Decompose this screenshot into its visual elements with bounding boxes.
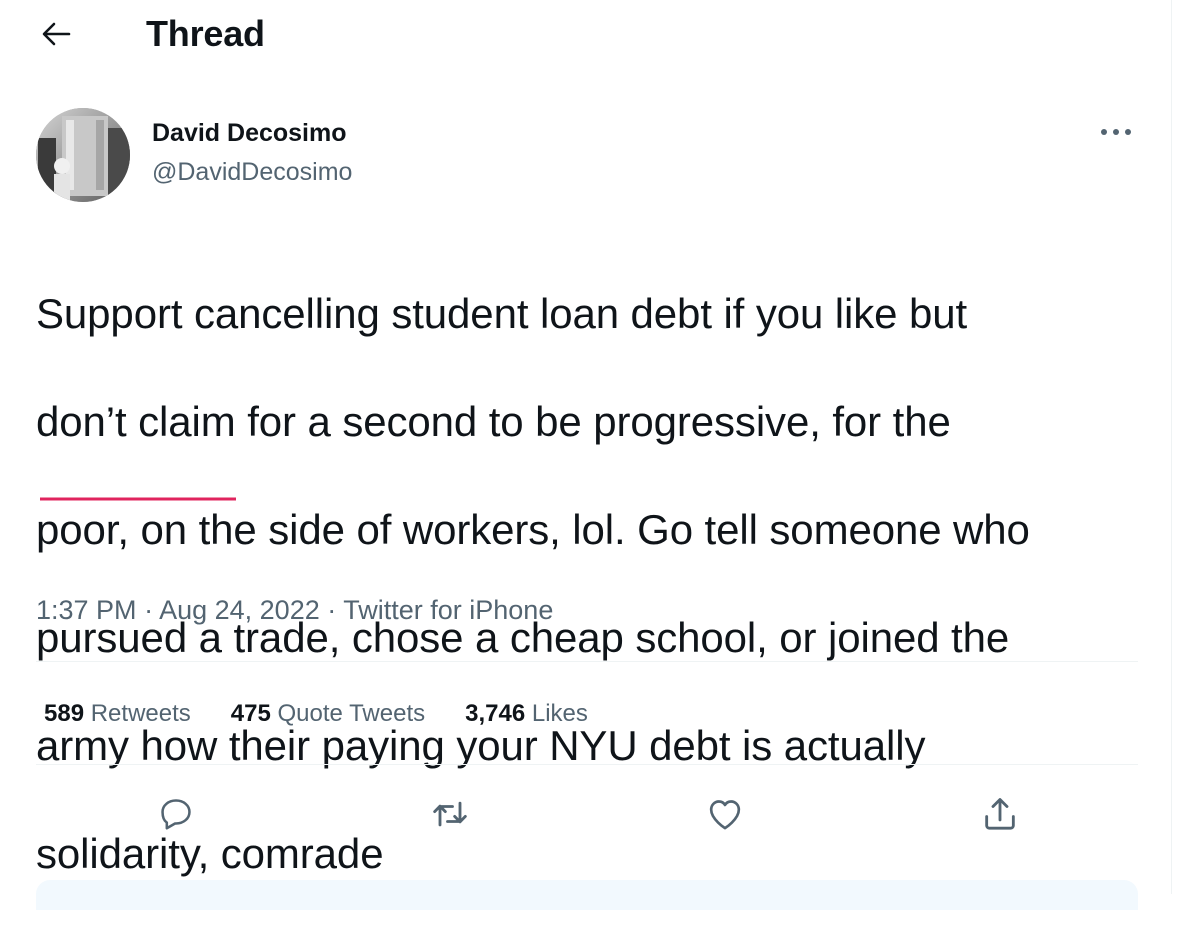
tweet-source[interactable]: Twitter for iPhone [343,595,553,625]
quote-tweets-label: Quote Tweets [277,700,426,727]
back-button[interactable] [34,12,78,56]
avatar-photo [36,108,130,202]
likes-count: 3,746 [465,700,526,727]
like-button[interactable] [701,790,749,838]
likes-stat[interactable]: 3,746 Likes [465,699,588,729]
avatar[interactable] [36,108,130,202]
spellcheck-underline [40,497,236,501]
arrow-left-icon [42,22,71,46]
thread-header: Thread [0,0,1160,68]
reply-button[interactable] [152,790,200,838]
tweet-meta: 1:37 PM · Aug 24, 2022 · Twitter for iPh… [36,593,553,627]
author-display-name[interactable]: David Decosimo [152,118,347,148]
tweet-line: Support cancelling student loan debt if … [36,290,968,337]
quote-tweets-count: 475 [230,700,271,727]
column-border [1171,0,1172,894]
likes-label: Likes [531,700,588,727]
page-title: Thread [146,13,265,54]
reply-composer-preview [36,880,1138,910]
tweet-line: poor, on the side of workers, lol. Go te… [36,506,1030,553]
tweet-line: don’t claim for a second to be progressi… [36,398,951,445]
meta-separator: · [136,595,160,625]
tweet-stats: 589 Retweets 475 Quote Tweets 3,746 Like… [44,699,588,729]
author-handle[interactable]: @DavidDecosimo [152,157,352,187]
tweet-time[interactable]: 1:37 PM [36,595,137,625]
heart-icon [709,800,741,830]
share-button[interactable] [976,790,1024,838]
retweet-icon [433,801,467,827]
meta-separator: · [319,595,344,625]
quote-tweets-stat[interactable]: 475 Quote Tweets [231,699,425,729]
more-options-button[interactable] [1094,114,1138,150]
divider [36,764,1138,765]
reply-icon [161,799,191,830]
divider [36,661,1138,662]
retweets-stat[interactable]: 589 Retweets [44,699,191,729]
tweet-date[interactable]: Aug 24, 2022 [159,595,320,625]
retweets-count: 589 [44,700,85,727]
retweets-label: Retweets [90,700,191,727]
share-icon [985,798,1015,830]
tweet-actions [36,784,1138,844]
more-horizontal-icon [1101,129,1131,135]
retweet-button[interactable] [426,790,474,838]
